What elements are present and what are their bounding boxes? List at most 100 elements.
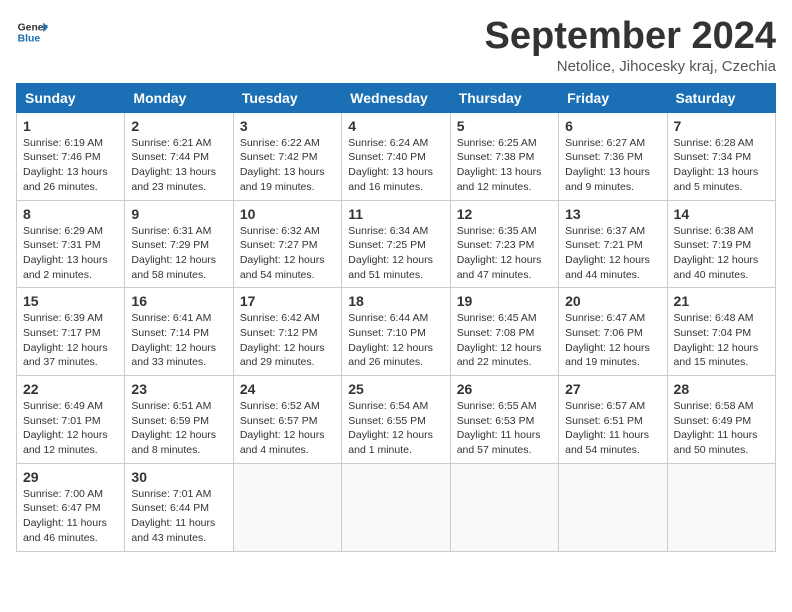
calendar-cell: 22 Sunrise: 6:49 AM Sunset: 7:01 PM Dayli…	[17, 376, 125, 464]
day-number: 16	[131, 293, 226, 309]
calendar-cell: 10 Sunrise: 6:32 AM Sunset: 7:27 PM Dayli…	[233, 200, 341, 288]
calendar-cell: 27 Sunrise: 6:57 AM Sunset: 6:51 PM Dayli…	[559, 376, 667, 464]
day-number: 12	[457, 206, 552, 222]
calendar-week-row: 8Sunrise: 6:29 AM Sunset: 7:31 PM Daylig…	[17, 200, 776, 288]
day-info: Sunrise: 6:19 AM Sunset: 7:46 PM Dayligh…	[23, 136, 118, 195]
day-number: 20	[565, 293, 660, 309]
calendar-cell: 3Sunrise: 6:22 AM Sunset: 7:42 PM Daylig…	[233, 112, 341, 200]
day-number: 11	[348, 206, 443, 222]
days-of-week-row: SundayMondayTuesdayWednesdayThursdayFrid…	[17, 83, 776, 112]
calendar-cell: 28 Sunrise: 6:58 AM Sunset: 6:49 PM Dayli…	[667, 376, 775, 464]
calendar-cell: 21 Sunrise: 6:48 AM Sunset: 7:04 PM Dayli…	[667, 288, 775, 376]
day-number: 8	[23, 206, 118, 222]
day-info: Sunrise: 6:21 AM Sunset: 7:44 PM Dayligh…	[131, 136, 226, 195]
location-subtitle: Netolice, Jihocesky kraj, Czechia	[485, 58, 777, 75]
calendar-cell: 11 Sunrise: 6:34 AM Sunset: 7:25 PM Dayli…	[342, 200, 450, 288]
day-info: Sunrise: 7:01 AM Sunset: 6:44 PM Dayligh…	[131, 487, 226, 546]
calendar-cell: 4Sunrise: 6:24 AM Sunset: 7:40 PM Daylig…	[342, 112, 450, 200]
calendar-cell: 13Sunrise: 6:37 AM Sunset: 7:21 PM Dayli…	[559, 200, 667, 288]
dow-header: Thursday	[450, 83, 558, 112]
day-info: Sunrise: 6:55 AM Sunset: 6:53 PM Dayligh…	[457, 399, 552, 458]
calendar-cell: 25Sunrise: 6:54 AM Sunset: 6:55 PM Dayli…	[342, 376, 450, 464]
day-number: 15	[23, 293, 118, 309]
calendar-cell: 18 Sunrise: 6:44 AM Sunset: 7:10 PM Dayli…	[342, 288, 450, 376]
calendar-week-row: 29 Sunrise: 7:00 AM Sunset: 6:47 PM Dayli…	[17, 463, 776, 551]
day-number: 24	[240, 381, 335, 397]
calendar-cell	[342, 463, 450, 551]
day-number: 30	[131, 469, 226, 485]
calendar-week-row: 1 Sunrise: 6:19 AM Sunset: 7:46 PM Daylig…	[17, 112, 776, 200]
day-info: Sunrise: 6:24 AM Sunset: 7:40 PM Dayligh…	[348, 136, 443, 195]
day-number: 6	[565, 118, 660, 134]
day-info: Sunrise: 6:31 AM Sunset: 7:29 PM Dayligh…	[131, 224, 226, 283]
calendar-table: SundayMondayTuesdayWednesdayThursdayFrid…	[16, 83, 776, 552]
calendar-cell: 19 Sunrise: 6:45 AM Sunset: 7:08 PM Dayli…	[450, 288, 558, 376]
calendar-cell: 20 Sunrise: 6:47 AM Sunset: 7:06 PM Dayli…	[559, 288, 667, 376]
calendar-cell: 15Sunrise: 6:39 AM Sunset: 7:17 PM Dayli…	[17, 288, 125, 376]
dow-header: Wednesday	[342, 83, 450, 112]
day-info: Sunrise: 6:47 AM Sunset: 7:06 PM Dayligh…	[565, 311, 660, 370]
svg-text:Blue: Blue	[18, 34, 41, 45]
page-header: General Blue September 2024 Netolice, Ji…	[16, 16, 776, 75]
title-block: September 2024 Netolice, Jihocesky kraj,…	[485, 16, 777, 75]
calendar-cell: 17Sunrise: 6:42 AM Sunset: 7:12 PM Dayli…	[233, 288, 341, 376]
calendar-cell: 14 Sunrise: 6:38 AM Sunset: 7:19 PM Dayli…	[667, 200, 775, 288]
day-info: Sunrise: 6:34 AM Sunset: 7:25 PM Dayligh…	[348, 224, 443, 283]
day-number: 18	[348, 293, 443, 309]
day-number: 28	[674, 381, 769, 397]
day-number: 29	[23, 469, 118, 485]
calendar-week-row: 22 Sunrise: 6:49 AM Sunset: 7:01 PM Dayli…	[17, 376, 776, 464]
day-number: 10	[240, 206, 335, 222]
day-number: 22	[23, 381, 118, 397]
day-number: 25	[348, 381, 443, 397]
calendar-cell: 26 Sunrise: 6:55 AM Sunset: 6:53 PM Dayli…	[450, 376, 558, 464]
day-info: Sunrise: 6:38 AM Sunset: 7:19 PM Dayligh…	[674, 224, 769, 283]
calendar-cell: 16 Sunrise: 6:41 AM Sunset: 7:14 PM Dayli…	[125, 288, 233, 376]
day-number: 21	[674, 293, 769, 309]
calendar-cell	[559, 463, 667, 551]
day-info: Sunrise: 6:49 AM Sunset: 7:01 PM Dayligh…	[23, 399, 118, 458]
day-number: 1	[23, 118, 118, 134]
day-info: Sunrise: 6:45 AM Sunset: 7:08 PM Dayligh…	[457, 311, 552, 370]
calendar-cell	[233, 463, 341, 551]
day-info: Sunrise: 6:25 AM Sunset: 7:38 PM Dayligh…	[457, 136, 552, 195]
day-number: 26	[457, 381, 552, 397]
calendar-cell: 30 Sunrise: 7:01 AM Sunset: 6:44 PM Dayli…	[125, 463, 233, 551]
day-number: 7	[674, 118, 769, 134]
day-info: Sunrise: 7:00 AM Sunset: 6:47 PM Dayligh…	[23, 487, 118, 546]
calendar-cell: 2Sunrise: 6:21 AM Sunset: 7:44 PM Daylig…	[125, 112, 233, 200]
day-info: Sunrise: 6:37 AM Sunset: 7:21 PM Dayligh…	[565, 224, 660, 283]
calendar-cell: 9 Sunrise: 6:31 AM Sunset: 7:29 PM Daylig…	[125, 200, 233, 288]
day-number: 9	[131, 206, 226, 222]
day-number: 19	[457, 293, 552, 309]
calendar-cell: 23 Sunrise: 6:51 AM Sunset: 6:59 PM Dayli…	[125, 376, 233, 464]
day-info: Sunrise: 6:58 AM Sunset: 6:49 PM Dayligh…	[674, 399, 769, 458]
day-info: Sunrise: 6:44 AM Sunset: 7:10 PM Dayligh…	[348, 311, 443, 370]
calendar-week-row: 15Sunrise: 6:39 AM Sunset: 7:17 PM Dayli…	[17, 288, 776, 376]
day-info: Sunrise: 6:28 AM Sunset: 7:34 PM Dayligh…	[674, 136, 769, 195]
day-info: Sunrise: 6:57 AM Sunset: 6:51 PM Dayligh…	[565, 399, 660, 458]
calendar-cell: 6 Sunrise: 6:27 AM Sunset: 7:36 PM Daylig…	[559, 112, 667, 200]
day-info: Sunrise: 6:32 AM Sunset: 7:27 PM Dayligh…	[240, 224, 335, 283]
calendar-cell	[450, 463, 558, 551]
dow-header: Friday	[559, 83, 667, 112]
logo: General Blue	[16, 16, 48, 48]
day-info: Sunrise: 6:41 AM Sunset: 7:14 PM Dayligh…	[131, 311, 226, 370]
calendar-cell: 24Sunrise: 6:52 AM Sunset: 6:57 PM Dayli…	[233, 376, 341, 464]
calendar-cell: 1 Sunrise: 6:19 AM Sunset: 7:46 PM Daylig…	[17, 112, 125, 200]
day-number: 17	[240, 293, 335, 309]
dow-header: Sunday	[17, 83, 125, 112]
calendar-cell: 7 Sunrise: 6:28 AM Sunset: 7:34 PM Daylig…	[667, 112, 775, 200]
day-number: 14	[674, 206, 769, 222]
calendar-cell: 8Sunrise: 6:29 AM Sunset: 7:31 PM Daylig…	[17, 200, 125, 288]
day-number: 23	[131, 381, 226, 397]
calendar-cell: 29 Sunrise: 7:00 AM Sunset: 6:47 PM Dayli…	[17, 463, 125, 551]
calendar-cell: 12Sunrise: 6:35 AM Sunset: 7:23 PM Dayli…	[450, 200, 558, 288]
day-number: 3	[240, 118, 335, 134]
day-info: Sunrise: 6:48 AM Sunset: 7:04 PM Dayligh…	[674, 311, 769, 370]
day-info: Sunrise: 6:51 AM Sunset: 6:59 PM Dayligh…	[131, 399, 226, 458]
dow-header: Monday	[125, 83, 233, 112]
dow-header: Tuesday	[233, 83, 341, 112]
day-info: Sunrise: 6:27 AM Sunset: 7:36 PM Dayligh…	[565, 136, 660, 195]
day-number: 27	[565, 381, 660, 397]
